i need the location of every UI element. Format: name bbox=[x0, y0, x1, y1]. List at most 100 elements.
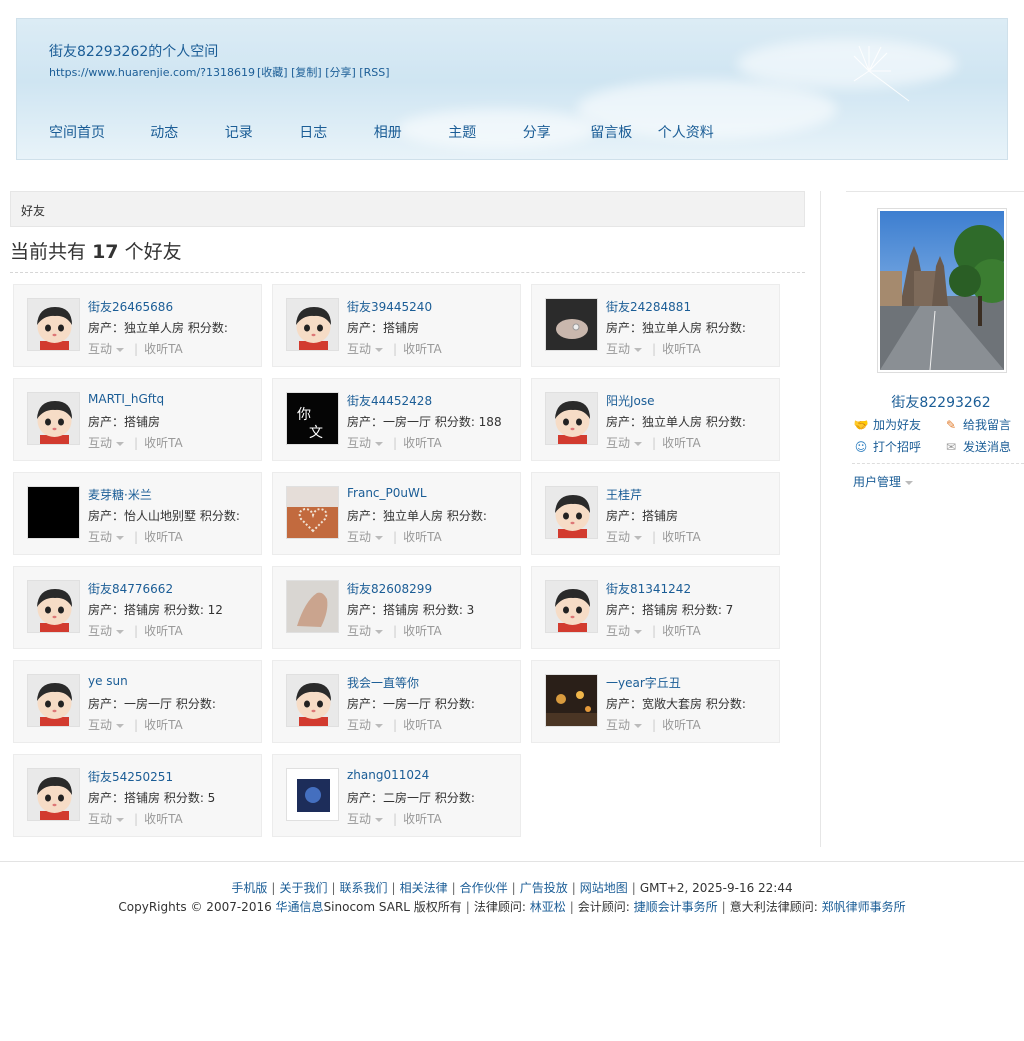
accountant-link[interactable]: 捷顺会计事务所 bbox=[634, 900, 718, 914]
nav-records[interactable]: 记录 bbox=[202, 122, 277, 142]
interact-dropdown[interactable]: 互动 bbox=[606, 342, 643, 356]
nav-album[interactable]: 相册 bbox=[351, 122, 426, 142]
interact-dropdown[interactable]: 互动 bbox=[347, 342, 384, 356]
footer-link-mobile[interactable]: 手机版 bbox=[231, 881, 267, 895]
follow-link[interactable]: 收听TA bbox=[403, 530, 442, 544]
footer-link-contact[interactable]: 联系我们 bbox=[340, 881, 388, 895]
share-link[interactable]: [分享] bbox=[325, 66, 356, 79]
nav-feed[interactable]: 动态 bbox=[127, 122, 202, 142]
interact-dropdown[interactable]: 互动 bbox=[606, 718, 643, 732]
footer-link-legal[interactable]: 相关法律 bbox=[400, 881, 448, 895]
interact-dropdown[interactable]: 互动 bbox=[88, 718, 125, 732]
friend-avatar[interactable] bbox=[545, 298, 598, 351]
friend-name-link[interactable]: 一year字丘丑 bbox=[606, 674, 681, 691]
interact-dropdown[interactable]: 互动 bbox=[606, 436, 643, 450]
friend-avatar[interactable] bbox=[27, 674, 80, 727]
footer-link-about[interactable]: 关于我们 bbox=[279, 881, 327, 895]
space-title[interactable]: 街友82293262的个人空间 bbox=[49, 41, 218, 61]
friend-name-link[interactable]: 街友26465686 bbox=[88, 298, 173, 315]
friend-name-link[interactable]: 街友81341242 bbox=[606, 580, 691, 597]
profile-name[interactable]: 街友82293262 bbox=[846, 392, 1024, 412]
profile-avatar[interactable] bbox=[877, 208, 1014, 373]
friend-name-link[interactable]: 街友84776662 bbox=[88, 580, 173, 597]
follow-link[interactable]: 收听TA bbox=[144, 342, 183, 356]
interact-dropdown[interactable]: 互动 bbox=[88, 342, 125, 356]
follow-link[interactable]: 收听TA bbox=[403, 342, 442, 356]
friend-name-link[interactable]: Franc_P0uWL bbox=[347, 486, 427, 500]
follow-link[interactable]: 收听TA bbox=[144, 530, 183, 544]
friend-avatar[interactable] bbox=[286, 674, 339, 727]
interact-dropdown[interactable]: 互动 bbox=[88, 812, 125, 826]
nav-blog[interactable]: 日志 bbox=[276, 122, 351, 142]
friend-avatar[interactable] bbox=[286, 768, 339, 821]
friend-avatar[interactable] bbox=[545, 580, 598, 633]
interact-dropdown[interactable]: 互动 bbox=[347, 812, 384, 826]
nav-profile[interactable]: 个人资料 bbox=[649, 122, 724, 142]
nav-home[interactable]: 空间首页 bbox=[31, 122, 127, 142]
interact-dropdown[interactable]: 互动 bbox=[347, 624, 384, 638]
interact-dropdown[interactable]: 互动 bbox=[606, 530, 643, 544]
follow-link[interactable]: 收听TA bbox=[662, 718, 701, 732]
follow-link[interactable]: 收听TA bbox=[144, 718, 183, 732]
interact-dropdown[interactable]: 互动 bbox=[88, 530, 125, 544]
friend-avatar[interactable] bbox=[27, 580, 80, 633]
leave-message-link[interactable]: ✎ 给我留言 bbox=[943, 416, 1011, 433]
friend-avatar[interactable] bbox=[545, 392, 598, 445]
friend-name-link[interactable]: 街友44452428 bbox=[347, 392, 432, 409]
friend-name-link[interactable]: 我会一直等你 bbox=[347, 674, 419, 691]
user-manage-menu[interactable]: 用户管理 bbox=[853, 473, 914, 490]
friend-avatar[interactable] bbox=[27, 392, 80, 445]
friend-name-link[interactable]: ye sun bbox=[88, 674, 128, 688]
friend-avatar[interactable] bbox=[286, 580, 339, 633]
footer-link-sitemap[interactable]: 网站地图 bbox=[580, 881, 628, 895]
friend-avatar[interactable] bbox=[545, 486, 598, 539]
friend-name-link[interactable]: 街友82608299 bbox=[347, 580, 432, 597]
friend-name-link[interactable]: 街友54250251 bbox=[88, 768, 173, 785]
nav-guestbook[interactable]: 留言板 bbox=[574, 122, 649, 142]
follow-link[interactable]: 收听TA bbox=[403, 624, 442, 638]
interact-dropdown[interactable]: 互动 bbox=[88, 436, 125, 450]
interact-dropdown[interactable]: 互动 bbox=[606, 624, 643, 638]
follow-link[interactable]: 收听TA bbox=[403, 436, 442, 450]
friend-avatar[interactable] bbox=[545, 674, 598, 727]
friend-avatar[interactable] bbox=[27, 298, 80, 351]
friend-name-link[interactable]: 街友39445240 bbox=[347, 298, 432, 315]
company-link[interactable]: 华通信息 bbox=[276, 900, 324, 914]
follow-link[interactable]: 收听TA bbox=[403, 718, 442, 732]
friend-name-link[interactable]: MARTI_hGftq bbox=[88, 392, 164, 406]
italy-link[interactable]: 郑帆律师事务所 bbox=[822, 900, 906, 914]
copy-link[interactable]: [复制] bbox=[291, 66, 322, 79]
friend-avatar[interactable] bbox=[286, 486, 339, 539]
add-friend-link[interactable]: 🤝 加为好友 bbox=[853, 416, 922, 433]
follow-link[interactable]: 收听TA bbox=[403, 812, 442, 826]
nav-topics[interactable]: 主题 bbox=[425, 122, 500, 142]
follow-link[interactable]: 收听TA bbox=[662, 436, 701, 450]
friend-name-link[interactable]: 王桂芹 bbox=[606, 486, 642, 503]
interact-dropdown[interactable]: 互动 bbox=[347, 530, 384, 544]
friend-avatar[interactable] bbox=[286, 298, 339, 351]
follow-link[interactable]: 收听TA bbox=[662, 624, 701, 638]
follow-link[interactable]: 收听TA bbox=[144, 812, 183, 826]
follow-link[interactable]: 收听TA bbox=[144, 436, 183, 450]
follow-link[interactable]: 收听TA bbox=[662, 530, 701, 544]
say-hello-link[interactable]: ☺ 打个招呼 bbox=[853, 438, 921, 455]
friend-name-link[interactable]: 阳光Jose bbox=[606, 392, 655, 409]
friend-name-link[interactable]: zhang011024 bbox=[347, 768, 429, 782]
interact-dropdown[interactable]: 互动 bbox=[347, 436, 384, 450]
friend-avatar[interactable]: 你文 bbox=[286, 392, 339, 445]
friend-avatar[interactable] bbox=[27, 486, 80, 539]
bookmark-link[interactable]: [收藏] bbox=[257, 66, 288, 79]
interact-dropdown[interactable]: 互动 bbox=[347, 718, 384, 732]
friend-name-link[interactable]: 街友24284881 bbox=[606, 298, 691, 315]
follow-link[interactable]: 收听TA bbox=[144, 624, 183, 638]
footer-link-ads[interactable]: 广告投放 bbox=[520, 881, 568, 895]
footer-link-partners[interactable]: 合作伙伴 bbox=[460, 881, 508, 895]
nav-share[interactable]: 分享 bbox=[500, 122, 575, 142]
follow-link[interactable]: 收听TA bbox=[662, 342, 701, 356]
friend-avatar[interactable] bbox=[27, 768, 80, 821]
rss-link[interactable]: [RSS] bbox=[359, 66, 389, 79]
send-message-link[interactable]: ✉ 发送消息 bbox=[943, 438, 1011, 455]
friend-name-link[interactable]: 麦芽糖·米兰 bbox=[88, 486, 152, 503]
legal-name-link[interactable]: 林亚松 bbox=[530, 900, 566, 914]
interact-dropdown[interactable]: 互动 bbox=[88, 624, 125, 638]
